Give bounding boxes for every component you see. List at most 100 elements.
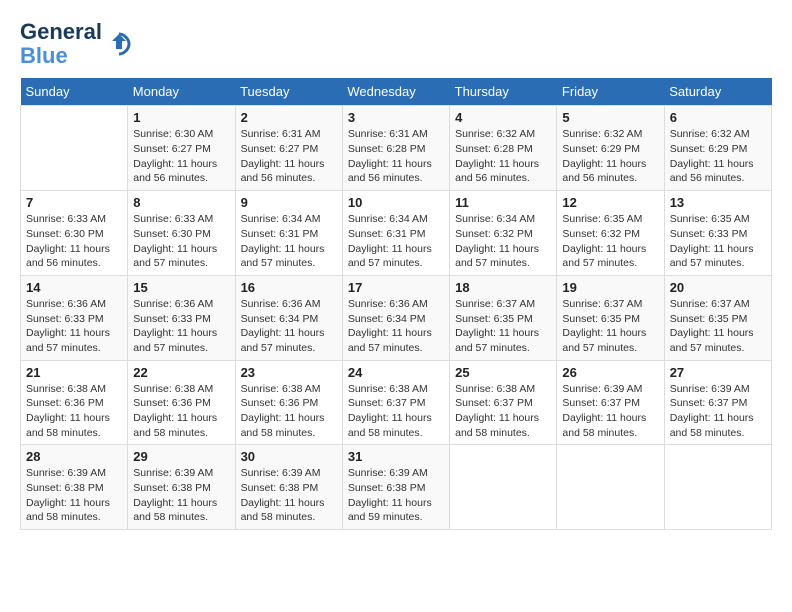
day-info: Sunrise: 6:38 AMSunset: 6:37 PMDaylight:… xyxy=(348,382,444,441)
day-number: 25 xyxy=(455,365,551,380)
day-number: 11 xyxy=(455,195,551,210)
calendar-cell: 8 Sunrise: 6:33 AMSunset: 6:30 PMDaylight… xyxy=(128,191,235,276)
day-info: Sunrise: 6:37 AMSunset: 6:35 PMDaylight:… xyxy=(670,297,766,356)
day-info: Sunrise: 6:35 AMSunset: 6:32 PMDaylight:… xyxy=(562,212,658,271)
day-number: 9 xyxy=(241,195,337,210)
day-info: Sunrise: 6:31 AMSunset: 6:28 PMDaylight:… xyxy=(348,127,444,186)
calendar-cell: 3 Sunrise: 6:31 AMSunset: 6:28 PMDaylight… xyxy=(342,106,449,191)
day-info: Sunrise: 6:33 AMSunset: 6:30 PMDaylight:… xyxy=(133,212,229,271)
calendar-cell: 18 Sunrise: 6:37 AMSunset: 6:35 PMDayligh… xyxy=(450,275,557,360)
calendar-cell: 23 Sunrise: 6:38 AMSunset: 6:36 PMDayligh… xyxy=(235,360,342,445)
week-row-4: 21Sunrise: 6:38 AMSunset: 6:36 PMDayligh… xyxy=(21,360,772,445)
day-number: 5 xyxy=(562,110,658,125)
calendar-cell: 14 Sunrise: 6:36 AMSunset: 6:33 PMDayligh… xyxy=(21,275,128,360)
day-number: 13 xyxy=(670,195,766,210)
calendar-cell: 16 Sunrise: 6:36 AMSunset: 6:34 PMDayligh… xyxy=(235,275,342,360)
calendar-cell: 12 Sunrise: 6:35 AMSunset: 6:32 PMDayligh… xyxy=(557,191,664,276)
day-number: 10 xyxy=(348,195,444,210)
day-info: Sunrise: 6:38 AMSunset: 6:36 PMDaylight:… xyxy=(26,382,122,441)
day-info: Sunrise: 6:39 AMSunset: 6:37 PMDaylight:… xyxy=(670,382,766,441)
col-header-wednesday: Wednesday xyxy=(342,78,449,106)
day-number: 23 xyxy=(241,365,337,380)
day-info: Sunrise: 6:36 AMSunset: 6:34 PMDaylight:… xyxy=(348,297,444,356)
calendar-cell: 24 Sunrise: 6:38 AMSunset: 6:37 PMDayligh… xyxy=(342,360,449,445)
day-number: 27 xyxy=(670,365,766,380)
day-info: Sunrise: 6:39 AMSunset: 6:38 PMDaylight:… xyxy=(26,466,122,525)
day-info: Sunrise: 6:39 AMSunset: 6:38 PMDaylight:… xyxy=(241,466,337,525)
calendar-cell: 10Sunrise: 6:34 AMSunset: 6:31 PMDayligh… xyxy=(342,191,449,276)
calendar-cell: 9Sunrise: 6:34 AMSunset: 6:31 PMDaylight… xyxy=(235,191,342,276)
calendar-cell: 19 Sunrise: 6:37 AMSunset: 6:35 PMDayligh… xyxy=(557,275,664,360)
day-info: Sunrise: 6:38 AMSunset: 6:36 PMDaylight:… xyxy=(241,382,337,441)
day-info: Sunrise: 6:32 AMSunset: 6:28 PMDaylight:… xyxy=(455,127,551,186)
day-number: 4 xyxy=(455,110,551,125)
calendar-header-row: SundayMondayTuesdayWednesdayThursdayFrid… xyxy=(21,78,772,106)
day-number: 19 xyxy=(562,280,658,295)
calendar-cell: 26Sunrise: 6:39 AMSunset: 6:37 PMDayligh… xyxy=(557,360,664,445)
day-number: 29 xyxy=(133,449,229,464)
week-row-1: 1 Sunrise: 6:30 AMSunset: 6:27 PMDaylight… xyxy=(21,106,772,191)
day-number: 18 xyxy=(455,280,551,295)
day-number: 12 xyxy=(562,195,658,210)
calendar-cell: 2 Sunrise: 6:31 AMSunset: 6:27 PMDaylight… xyxy=(235,106,342,191)
calendar-cell: 20 Sunrise: 6:37 AMSunset: 6:35 PMDayligh… xyxy=(664,275,771,360)
calendar-cell: 28 Sunrise: 6:39 AMSunset: 6:38 PMDayligh… xyxy=(21,445,128,530)
day-info: Sunrise: 6:30 AMSunset: 6:27 PMDaylight:… xyxy=(133,127,229,186)
day-info: Sunrise: 6:33 AMSunset: 6:30 PMDaylight:… xyxy=(26,212,122,271)
day-info: Sunrise: 6:36 AMSunset: 6:33 PMDaylight:… xyxy=(133,297,229,356)
logo-text: GeneralBlue xyxy=(20,20,102,68)
day-info: Sunrise: 6:37 AMSunset: 6:35 PMDaylight:… xyxy=(455,297,551,356)
day-number: 8 xyxy=(133,195,229,210)
week-row-5: 28 Sunrise: 6:39 AMSunset: 6:38 PMDayligh… xyxy=(21,445,772,530)
col-header-saturday: Saturday xyxy=(664,78,771,106)
day-info: Sunrise: 6:35 AMSunset: 6:33 PMDaylight:… xyxy=(670,212,766,271)
week-row-2: 7Sunrise: 6:33 AMSunset: 6:30 PMDaylight… xyxy=(21,191,772,276)
week-row-3: 14 Sunrise: 6:36 AMSunset: 6:33 PMDayligh… xyxy=(21,275,772,360)
day-info: Sunrise: 6:32 AMSunset: 6:29 PMDaylight:… xyxy=(670,127,766,186)
day-info: Sunrise: 6:38 AMSunset: 6:36 PMDaylight:… xyxy=(133,382,229,441)
day-number: 1 xyxy=(133,110,229,125)
calendar-cell: 22 Sunrise: 6:38 AMSunset: 6:36 PMDayligh… xyxy=(128,360,235,445)
logo-icon xyxy=(104,29,134,59)
logo: GeneralBlue xyxy=(20,20,134,68)
calendar-cell: 25 Sunrise: 6:38 AMSunset: 6:37 PMDayligh… xyxy=(450,360,557,445)
col-header-friday: Friday xyxy=(557,78,664,106)
day-info: Sunrise: 6:34 AMSunset: 6:32 PMDaylight:… xyxy=(455,212,551,271)
calendar-cell: 11 Sunrise: 6:34 AMSunset: 6:32 PMDayligh… xyxy=(450,191,557,276)
day-info: Sunrise: 6:39 AMSunset: 6:37 PMDaylight:… xyxy=(562,382,658,441)
day-number: 17 xyxy=(348,280,444,295)
day-number: 22 xyxy=(133,365,229,380)
calendar-cell: 27 Sunrise: 6:39 AMSunset: 6:37 PMDayligh… xyxy=(664,360,771,445)
col-header-thursday: Thursday xyxy=(450,78,557,106)
day-number: 16 xyxy=(241,280,337,295)
day-number: 15 xyxy=(133,280,229,295)
col-header-tuesday: Tuesday xyxy=(235,78,342,106)
col-header-sunday: Sunday xyxy=(21,78,128,106)
calendar-cell: 29 Sunrise: 6:39 AMSunset: 6:38 PMDayligh… xyxy=(128,445,235,530)
calendar-cell: 4 Sunrise: 6:32 AMSunset: 6:28 PMDaylight… xyxy=(450,106,557,191)
calendar-cell: 6Sunrise: 6:32 AMSunset: 6:29 PMDaylight… xyxy=(664,106,771,191)
day-number: 31 xyxy=(348,449,444,464)
day-number: 3 xyxy=(348,110,444,125)
calendar-cell: 5 Sunrise: 6:32 AMSunset: 6:29 PMDaylight… xyxy=(557,106,664,191)
day-number: 28 xyxy=(26,449,122,464)
day-number: 30 xyxy=(241,449,337,464)
day-info: Sunrise: 6:36 AMSunset: 6:33 PMDaylight:… xyxy=(26,297,122,356)
calendar-cell xyxy=(21,106,128,191)
calendar-cell: 17 Sunrise: 6:36 AMSunset: 6:34 PMDayligh… xyxy=(342,275,449,360)
day-info: Sunrise: 6:37 AMSunset: 6:35 PMDaylight:… xyxy=(562,297,658,356)
day-number: 20 xyxy=(670,280,766,295)
day-number: 24 xyxy=(348,365,444,380)
calendar-table: SundayMondayTuesdayWednesdayThursdayFrid… xyxy=(20,78,772,530)
day-info: Sunrise: 6:39 AMSunset: 6:38 PMDaylight:… xyxy=(133,466,229,525)
col-header-monday: Monday xyxy=(128,78,235,106)
day-info: Sunrise: 6:32 AMSunset: 6:29 PMDaylight:… xyxy=(562,127,658,186)
page-header: GeneralBlue xyxy=(20,20,772,68)
day-info: Sunrise: 6:36 AMSunset: 6:34 PMDaylight:… xyxy=(241,297,337,356)
day-info: Sunrise: 6:31 AMSunset: 6:27 PMDaylight:… xyxy=(241,127,337,186)
day-info: Sunrise: 6:38 AMSunset: 6:37 PMDaylight:… xyxy=(455,382,551,441)
day-number: 14 xyxy=(26,280,122,295)
day-number: 2 xyxy=(241,110,337,125)
calendar-cell: 31Sunrise: 6:39 AMSunset: 6:38 PMDayligh… xyxy=(342,445,449,530)
calendar-cell: 21Sunrise: 6:38 AMSunset: 6:36 PMDayligh… xyxy=(21,360,128,445)
